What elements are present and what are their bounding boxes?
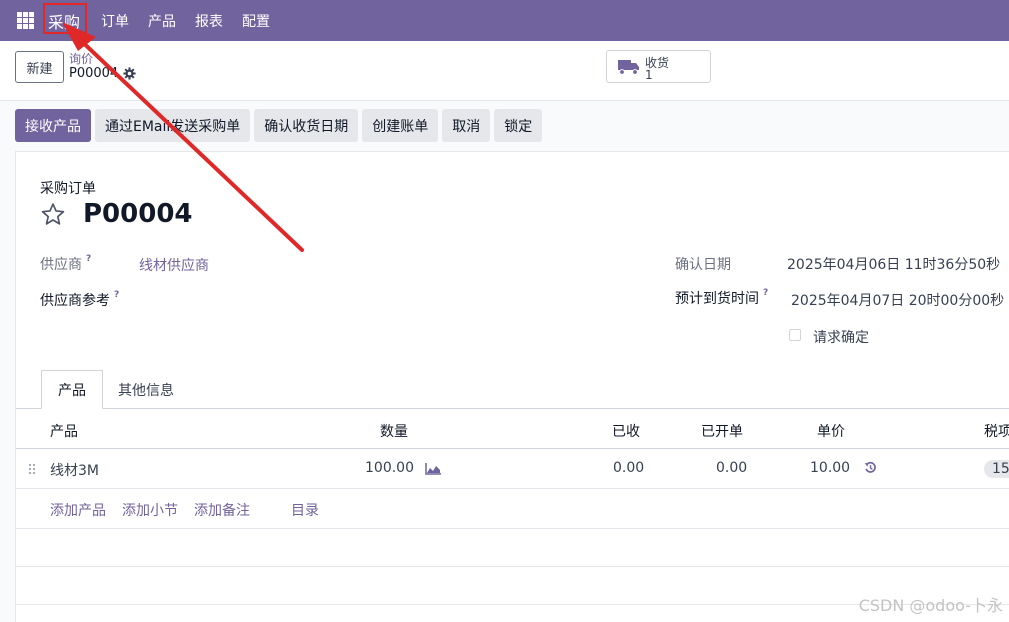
nav-menu-orders[interactable]: 订单 bbox=[101, 11, 129, 31]
forecast-chart-icon[interactable] bbox=[425, 463, 442, 475]
help-icon[interactable]: ? bbox=[86, 254, 91, 264]
col-product[interactable]: 产品 bbox=[50, 421, 78, 441]
confirm-receipt-date-button[interactable]: 确认收货日期 bbox=[254, 109, 359, 142]
table-add-row: 添加产品 添加小节 添加备注 目录 bbox=[16, 489, 1009, 529]
expected-arrival-label: 预计到货时间? bbox=[675, 288, 768, 308]
add-note-link[interactable]: 添加备注 bbox=[194, 500, 250, 520]
table-row[interactable]: 线材3M 100.00 0.00 0.00 10.00 15% bbox=[16, 449, 1009, 489]
ask-confirmation-checkbox[interactable] bbox=[789, 329, 801, 341]
cell-unit-price[interactable]: 10.00 bbox=[810, 460, 850, 476]
receive-products-button[interactable]: 接收产品 bbox=[15, 109, 91, 142]
tab-products[interactable]: 产品 bbox=[41, 370, 103, 409]
apps-menu-icon[interactable] bbox=[17, 12, 34, 29]
cell-billed: 0.00 bbox=[716, 460, 748, 476]
add-product-link[interactable]: 添加产品 bbox=[50, 500, 106, 520]
cell-product[interactable]: 线材3M bbox=[50, 460, 99, 480]
nav-brand-purchase[interactable]: 采购 bbox=[43, 2, 87, 34]
document-name: P00004 bbox=[83, 199, 193, 229]
tax-badge[interactable]: 15% bbox=[984, 460, 1009, 478]
tab-other-info[interactable]: 其他信息 bbox=[118, 370, 174, 409]
nav-menu-reports[interactable]: 报表 bbox=[195, 11, 223, 31]
vendor-label: 供应商? bbox=[40, 254, 91, 274]
new-button[interactable]: 新建 bbox=[15, 51, 64, 83]
cell-quantity[interactable]: 100.00 bbox=[365, 460, 414, 476]
price-history-icon[interactable] bbox=[864, 461, 877, 474]
help-icon[interactable]: ? bbox=[114, 290, 119, 300]
top-navbar: 采购 订单 产品 报表 配置 bbox=[0, 0, 1009, 41]
col-taxes[interactable]: 税项 bbox=[984, 421, 1009, 441]
add-section-link[interactable]: 添加小节 bbox=[122, 500, 178, 520]
catalog-link[interactable]: 目录 bbox=[291, 500, 319, 520]
send-po-by-email-button[interactable]: 通过EMail发送采购单 bbox=[95, 109, 251, 142]
vendor-value[interactable]: 线材供应商 bbox=[139, 255, 209, 275]
vendor-label-text: 供应商 bbox=[40, 257, 82, 273]
table-header: 产品 数量 已收 已开单 单价 税项 bbox=[16, 409, 1009, 449]
receipt-smart-button[interactable]: 收货 1 bbox=[606, 50, 711, 83]
lock-button[interactable]: 锁定 bbox=[494, 109, 543, 142]
vendor-reference-label-text: 供应商参考 bbox=[40, 293, 110, 309]
gear-icon[interactable] bbox=[123, 67, 136, 80]
expected-arrival-label-text: 预计到货时间 bbox=[675, 291, 759, 307]
confirm-date-label: 确认日期 bbox=[675, 257, 731, 273]
breadcrumb-current: P00004 bbox=[69, 66, 119, 81]
vendor-reference-label: 供应商参考? bbox=[40, 290, 119, 310]
smart-button-count: 1 bbox=[645, 68, 653, 82]
cell-received: 0.00 bbox=[613, 460, 645, 476]
annotation-highlight-box bbox=[43, 2, 87, 34]
expected-arrival-value[interactable]: 2025年04月07日 20时00分00秒 bbox=[791, 290, 1004, 310]
watermark: CSDN @odoo-卜永 bbox=[858, 596, 1003, 615]
help-icon[interactable]: ? bbox=[763, 288, 768, 298]
table-empty-row bbox=[16, 529, 1009, 567]
star-icon[interactable] bbox=[40, 202, 66, 227]
breadcrumb-parent[interactable]: 询价 bbox=[69, 50, 93, 67]
create-bill-button[interactable]: 创建账单 bbox=[362, 109, 439, 142]
drag-handle-icon[interactable] bbox=[28, 463, 36, 475]
col-received[interactable]: 已收 bbox=[612, 421, 640, 441]
nav-menu-config[interactable]: 配置 bbox=[242, 11, 270, 31]
confirm-date-value[interactable]: 2025年04月06日 11时36分50秒 bbox=[787, 254, 1000, 274]
col-unit-price[interactable]: 单价 bbox=[817, 421, 845, 441]
col-quantity[interactable]: 数量 bbox=[380, 421, 408, 441]
truck-icon bbox=[618, 60, 639, 75]
form-sheet: 采购订单 P00004 供应商? 线材供应商 供应商参考? 确认日期 2025年… bbox=[15, 151, 1009, 622]
nav-menu-products[interactable]: 产品 bbox=[148, 11, 176, 31]
cancel-button[interactable]: 取消 bbox=[442, 109, 491, 142]
col-billed[interactable]: 已开单 bbox=[701, 421, 743, 441]
ask-confirmation-label: 请求确定 bbox=[813, 330, 869, 346]
form-type-label: 采购订单 bbox=[40, 181, 96, 197]
action-buttons: 接收产品 通过EMail发送采购单 确认收货日期 创建账单 取消 锁定 bbox=[15, 109, 543, 142]
control-panel: 新建 询价 P00004 收货 1 bbox=[0, 41, 1009, 101]
